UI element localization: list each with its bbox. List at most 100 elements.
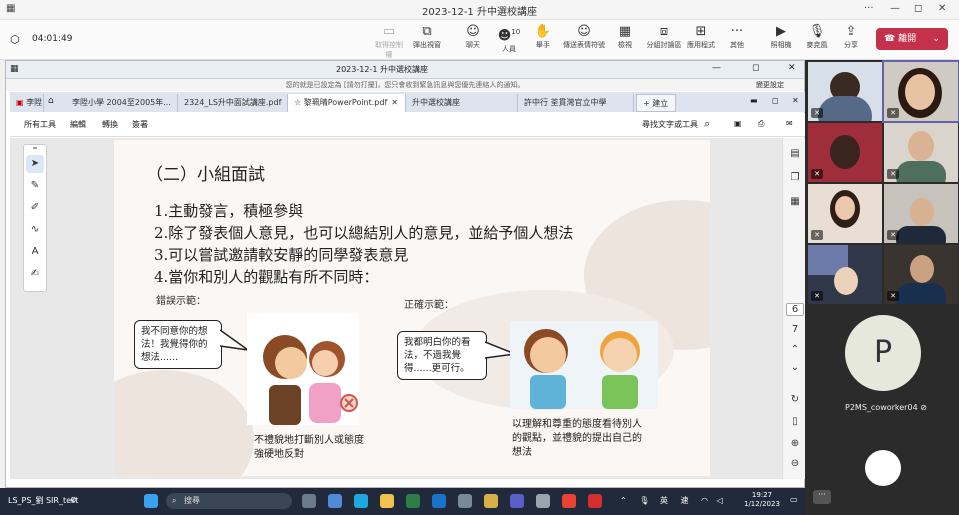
mic-button[interactable]: 🎙 麥克風 xyxy=(800,24,834,50)
new-tab-button[interactable]: + 建立 xyxy=(636,94,676,112)
notification-icon[interactable]: ▭ xyxy=(790,495,798,504)
maximize-icon[interactable]: ◻ xyxy=(914,3,922,14)
apps-button[interactable]: ⊞ 應用程式 xyxy=(684,24,718,50)
find-tools-label[interactable]: 尋找文字或工具 xyxy=(642,119,698,130)
raise-hand-button[interactable]: ✋ 舉手 xyxy=(526,24,560,50)
illustration-polite-kids xyxy=(510,321,658,409)
close-icon[interactable]: ✕ xyxy=(792,96,799,105)
star-icon[interactable]: ☆ xyxy=(294,98,304,107)
menu-all-tools[interactable]: 所有工具 xyxy=(24,119,56,130)
file-explorer-icon[interactable] xyxy=(380,494,394,508)
zoom-out-icon[interactable]: ⊖ xyxy=(786,458,804,469)
teams-icon[interactable] xyxy=(510,494,524,508)
rotate-icon[interactable]: ↻ xyxy=(786,394,804,405)
video-tile[interactable]: ✕ xyxy=(808,245,882,304)
comment-panel-icon[interactable]: ▤ xyxy=(786,148,804,159)
self-view[interactable] xyxy=(865,450,901,486)
grip-icon[interactable]: ═ xyxy=(26,145,44,153)
tab-school[interactable]: 許中行 荃貫灣官立中學 xyxy=(518,94,634,112)
participant-video xyxy=(830,135,860,169)
participant-avatar[interactable]: P xyxy=(845,315,921,391)
video-tile[interactable]: ✕ xyxy=(808,123,882,182)
camera-button[interactable]: ▶ 照相機 xyxy=(764,24,798,50)
video-tile[interactable]: ✕ xyxy=(884,245,958,304)
select-tool-icon[interactable]: ➤ xyxy=(26,155,44,173)
chevron-down-icon[interactable]: ⌄ xyxy=(932,28,940,50)
participant-face xyxy=(835,196,855,220)
wifi-icon[interactable]: ◠ xyxy=(701,496,708,505)
chevron-up-icon[interactable]: ⌃ xyxy=(620,496,627,505)
edge-icon[interactable] xyxy=(354,494,368,508)
video-tile[interactable]: ✕ xyxy=(884,184,958,243)
leave-button[interactable]: ☎ 離開 ⌄ xyxy=(876,28,948,50)
print-icon[interactable]: ⎙ xyxy=(758,119,764,129)
chat-app-icon[interactable] xyxy=(328,494,342,508)
change-settings-button[interactable]: 變更設定 xyxy=(756,79,784,91)
minimize-icon[interactable]: — xyxy=(712,63,721,73)
maximize-icon[interactable]: ◻ xyxy=(772,96,779,105)
close-icon[interactable]: ✕ xyxy=(788,63,796,73)
mic-icon[interactable]: 🎙 xyxy=(639,496,649,505)
minimize-icon[interactable]: — xyxy=(890,3,900,14)
mail-icon[interactable]: ✉ xyxy=(786,119,793,128)
highlight-tool-icon[interactable]: ✐ xyxy=(26,199,44,217)
chrome-icon[interactable] xyxy=(562,494,576,508)
start-icon[interactable] xyxy=(144,494,158,508)
maximize-icon[interactable]: ◻ xyxy=(752,63,759,73)
acrobat-icon[interactable] xyxy=(588,494,602,508)
more-button[interactable]: ··· 其他 xyxy=(720,24,754,50)
volume-icon[interactable]: ◁ xyxy=(717,496,723,505)
ime-lang[interactable]: 英 xyxy=(660,496,668,505)
close-icon[interactable]: ✕ xyxy=(938,3,946,14)
menu-sign[interactable]: 簽署 xyxy=(132,119,148,130)
menu-convert[interactable]: 轉換 xyxy=(102,119,118,130)
share-button[interactable]: ⇪ 分享 xyxy=(834,24,868,50)
camera-app-icon[interactable] xyxy=(458,494,472,508)
video-tile[interactable]: ✕ xyxy=(808,184,882,243)
settings-icon[interactable] xyxy=(536,494,550,508)
mail-icon[interactable] xyxy=(432,494,446,508)
stamp-tool-icon[interactable]: ✍ xyxy=(26,265,44,283)
text-tool-icon[interactable]: A xyxy=(26,243,44,261)
popout-button[interactable]: ⧉ 彈出視窗 xyxy=(410,24,444,50)
save-icon[interactable]: ▣ xyxy=(734,119,742,128)
chevron-up-icon[interactable]: ⌃ xyxy=(786,344,804,355)
taskbar-search[interactable]: ⌕ 搜尋 xyxy=(166,493,292,509)
chevron-down-icon[interactable]: ⌄ xyxy=(786,362,804,373)
home-icon[interactable]: ⌂ xyxy=(48,96,54,106)
video-tile-active-speaker[interactable]: ✕ xyxy=(882,60,959,123)
wrong-example-label: 錯誤示範： xyxy=(156,296,206,307)
thumbnails-icon[interactable]: ▦ xyxy=(786,196,804,207)
menu-edit[interactable]: 編輯 xyxy=(70,119,86,130)
tab-interview-pdf[interactable]: 2324_LS升中面試講座.pdf xyxy=(178,94,288,112)
notes-icon[interactable] xyxy=(484,494,498,508)
reactions-button[interactable]: ☺ 傳送表情符號 xyxy=(562,24,606,50)
task-view-icon[interactable] xyxy=(302,494,316,508)
close-tab-icon[interactable]: ✕ xyxy=(391,98,398,107)
tab-seminar[interactable]: 升中選校講座 xyxy=(406,94,518,112)
take-control-button[interactable]: ▭ 取得控制權 xyxy=(372,24,406,60)
page-fit-icon[interactable]: ▯ xyxy=(786,416,804,427)
more-options-icon[interactable]: ··· xyxy=(864,3,874,14)
clock[interactable]: 19:27 1/12/2023 xyxy=(744,491,780,509)
tab-school-2004[interactable]: 李陞小學 2004至2005年... xyxy=(66,94,178,112)
comment-tool-icon[interactable]: ✎ xyxy=(26,177,44,195)
video-tile[interactable]: ✕ xyxy=(808,62,882,121)
people-button[interactable]: ☻10 人員 xyxy=(492,24,526,54)
more-participants-icon[interactable]: ··· xyxy=(813,490,831,504)
current-page[interactable]: 6 xyxy=(786,303,804,316)
video-tile[interactable]: ✕ xyxy=(884,123,958,182)
ime-mode[interactable]: 速 xyxy=(681,496,689,505)
view-button[interactable]: ▦ 檢視 xyxy=(608,24,642,50)
tab-powerpoint-pdf[interactable]: ☆ 黎珮晴PowerPoint.pdf ✕ xyxy=(288,94,406,112)
minimize-icon[interactable]: ▬ xyxy=(750,96,758,105)
zoom-in-icon[interactable]: ⊕ xyxy=(786,438,804,449)
search-icon[interactable]: ⌕ xyxy=(704,117,710,131)
store-icon[interactable] xyxy=(406,494,420,508)
chat-button[interactable]: ☺ 聊天 xyxy=(456,24,490,50)
point-2: 2.除了發表個人意見，也可以總結別人的意見，並給予個人想法 xyxy=(154,224,574,242)
bookmark-icon[interactable]: ❐ xyxy=(786,172,804,183)
tab-liseung[interactable]: ▣ 李陞 xyxy=(10,94,44,112)
draw-tool-icon[interactable]: ∿ xyxy=(26,221,44,239)
breakout-rooms-button[interactable]: ⧈ 分組討論區 xyxy=(644,24,684,50)
